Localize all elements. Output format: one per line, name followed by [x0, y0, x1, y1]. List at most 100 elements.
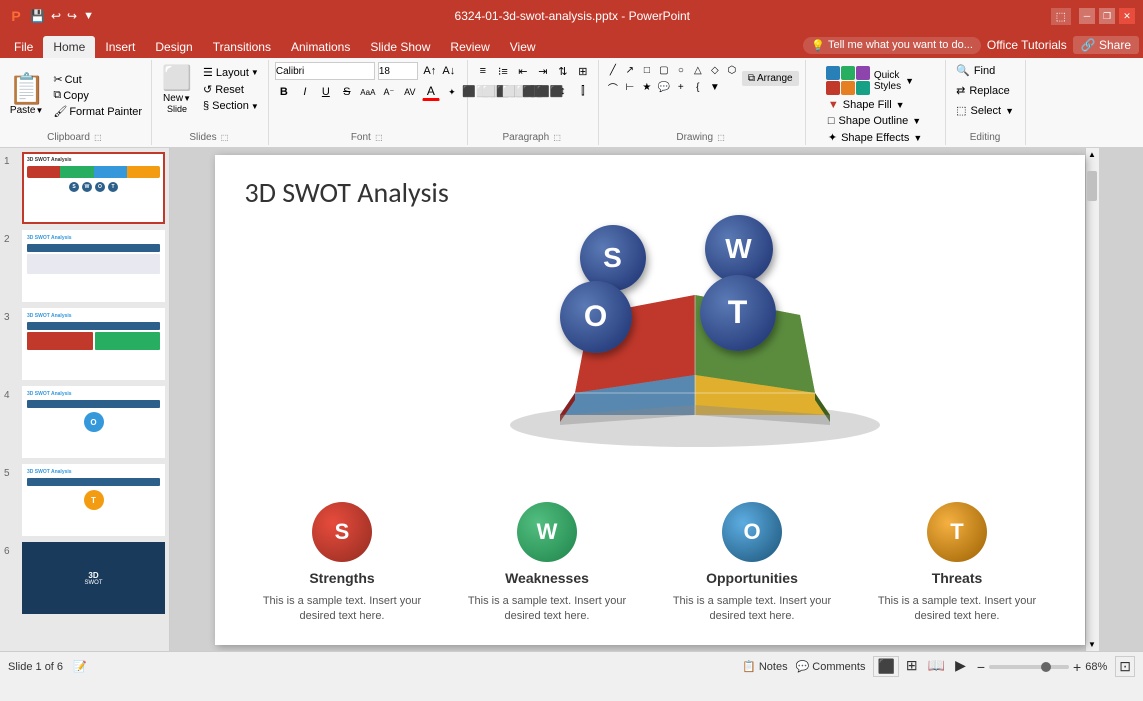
oval-shape[interactable]: ○ [673, 62, 689, 78]
shape-fill-button[interactable]: ▼ Shape Fill ▼ [824, 97, 926, 113]
tab-slideshow[interactable]: Slide Show [360, 36, 440, 58]
slide-thumb-1[interactable]: 1 3D SWOT Analysis S W O T [4, 152, 165, 224]
justify-button[interactable]: ⬛⬛⬛ [534, 82, 552, 100]
copy-button[interactable]: ⧉ Copy [50, 88, 145, 103]
format-painter-button[interactable]: 🖌 Format Painter [50, 104, 145, 119]
shadow-button[interactable]: A⁻ [380, 83, 398, 101]
more-shapes-btn[interactable]: ▼ [707, 79, 723, 95]
line-shape[interactable]: ╱ [605, 62, 621, 78]
v-scrollbar[interactable]: ▲ ▼ [1085, 148, 1099, 651]
arrange-button[interactable]: ⧉ Arrange [742, 71, 799, 86]
slide-thumb-4[interactable]: 4 3D SWOT Analysis O [4, 386, 165, 458]
share-button[interactable]: 🔗 Share [1073, 36, 1139, 54]
slide-sorter-button[interactable]: ⊞ [903, 656, 921, 677]
zoom-level[interactable]: 68% [1085, 661, 1107, 673]
quick-access-redo[interactable]: ↪ [67, 9, 77, 23]
font-color-button[interactable]: A [422, 83, 440, 101]
connector-shape[interactable]: ⊢ [622, 79, 638, 95]
bullet-list-button[interactable]: ≡ [474, 62, 492, 80]
zoom-slider[interactable] [989, 665, 1069, 669]
replace-button[interactable]: ⇄ Replace [952, 82, 1014, 99]
tab-transitions[interactable]: Transitions [203, 36, 281, 58]
italic-button[interactable]: I [296, 83, 314, 101]
diamond-shape[interactable]: ◇ [707, 62, 723, 78]
office-tutorials-link[interactable]: Office Tutorials [987, 38, 1067, 52]
notes-button[interactable]: 📋 Notes [742, 660, 787, 673]
increase-indent-button[interactable]: ⇥ [534, 62, 552, 80]
scroll-thumb[interactable] [1087, 171, 1097, 201]
arrow-shape[interactable]: ↗ [622, 62, 638, 78]
slides-expand[interactable]: ⬚ [219, 131, 231, 143]
columns-button[interactable]: ⫿ [574, 82, 592, 100]
close-button[interactable]: ✕ [1119, 8, 1135, 24]
rect-shape[interactable]: □ [639, 62, 655, 78]
smallcaps-button[interactable]: AaA [359, 83, 377, 101]
tab-design[interactable]: Design [145, 36, 202, 58]
rounded-rect-shape[interactable]: ▢ [656, 62, 672, 78]
quick-access-save[interactable]: 💾 [30, 9, 45, 23]
slide-notes-icon[interactable]: 📝 [73, 660, 87, 673]
quick-access-customize[interactable]: ▼ [83, 10, 94, 22]
font-size-input[interactable] [378, 62, 418, 80]
scroll-down-button[interactable]: ▼ [1086, 638, 1098, 651]
comments-button[interactable]: 💬 Comments [796, 660, 866, 673]
quick-access-undo[interactable]: ↩ [51, 9, 61, 23]
strikethrough-button[interactable]: S [338, 83, 356, 101]
slide-thumb-3[interactable]: 3 3D SWOT Analysis [4, 308, 165, 380]
slide-canvas[interactable]: 3D SWOT Analysis [215, 155, 1085, 645]
slide-thumb-2[interactable]: 2 3D SWOT Analysis [4, 230, 165, 302]
ribbon-display-options[interactable]: ⬚ [1051, 8, 1071, 25]
decrease-font-button[interactable]: A↓ [440, 62, 458, 80]
slide-thumb-6[interactable]: 6 3D SWOT [4, 542, 165, 614]
tab-review[interactable]: Review [440, 36, 499, 58]
brace-shape[interactable]: { [690, 79, 706, 95]
line-spacing-button[interactable]: ↕ [554, 82, 572, 100]
callout-shape[interactable]: 💬 [656, 79, 672, 95]
paragraph-expand[interactable]: ⬚ [551, 131, 563, 143]
equation-shape[interactable]: + [673, 79, 689, 95]
clear-formatting-button[interactable]: ✦ [443, 83, 461, 101]
tab-home[interactable]: Home [43, 36, 95, 58]
numbered-list-button[interactable]: ⁝≡ [494, 62, 512, 80]
triangle-shape[interactable]: △ [690, 62, 706, 78]
section-button[interactable]: § Section ▼ [200, 99, 262, 113]
reading-view-button[interactable]: 📖 [925, 656, 948, 677]
text-direction-button[interactable]: ⇅ [554, 62, 572, 80]
restore-button[interactable]: ❐ [1099, 8, 1115, 24]
bold-button[interactable]: B [275, 83, 293, 101]
font-name-input[interactable] [275, 62, 375, 80]
zoom-out-button[interactable]: − [977, 659, 985, 675]
shape-effects-button[interactable]: ✦ Shape Effects ▼ [824, 129, 926, 146]
paste-button[interactable]: 📋 Paste ▼ [6, 73, 47, 118]
shape-outline-button[interactable]: □ Shape Outline ▼ [824, 113, 926, 129]
tab-file[interactable]: File [4, 36, 43, 58]
zoom-in-button[interactable]: + [1073, 659, 1081, 675]
quick-styles-button[interactable]: QuickStyles ▼ [824, 64, 926, 97]
fit-to-window-button[interactable]: ⊡ [1115, 656, 1135, 677]
cut-button[interactable]: ✂ Cut [50, 72, 145, 87]
slide-title[interactable]: 3D SWOT Analysis [215, 155, 1085, 220]
tab-animations[interactable]: Animations [281, 36, 360, 58]
new-slide-button[interactable]: ⬜ New ▼ Slide [158, 62, 196, 116]
char-spacing-button[interactable]: AV [401, 83, 419, 101]
decrease-indent-button[interactable]: ⇤ [514, 62, 532, 80]
star-shape[interactable]: ★ [639, 79, 655, 95]
convert-smartart-button[interactable]: ⊞ [574, 62, 592, 80]
chevron-shape[interactable]: ⬡ [724, 62, 740, 78]
slide-thumb-5[interactable]: 5 3D SWOT Analysis T [4, 464, 165, 536]
clipboard-expand[interactable]: ⬚ [92, 131, 104, 143]
reset-button[interactable]: ↺ Reset [200, 82, 262, 97]
find-button[interactable]: 🔍 Find [952, 62, 999, 79]
layout-button[interactable]: ☰ Layout ▼ [200, 65, 262, 80]
tell-me-box[interactable]: 💡 Tell me what you want to do... [803, 37, 981, 54]
increase-font-button[interactable]: A↑ [421, 62, 439, 80]
normal-view-button[interactable]: ⬛ [873, 656, 898, 677]
slideshow-button[interactable]: ▶ [952, 656, 969, 677]
tab-view[interactable]: View [500, 36, 546, 58]
font-expand[interactable]: ⬚ [373, 131, 385, 143]
select-button[interactable]: ⬚ Select ▼ [952, 102, 1018, 119]
tab-insert[interactable]: Insert [95, 36, 145, 58]
drawing-expand[interactable]: ⬚ [715, 131, 727, 143]
scroll-up-button[interactable]: ▲ [1086, 148, 1098, 161]
minimize-button[interactable]: ─ [1079, 8, 1095, 24]
